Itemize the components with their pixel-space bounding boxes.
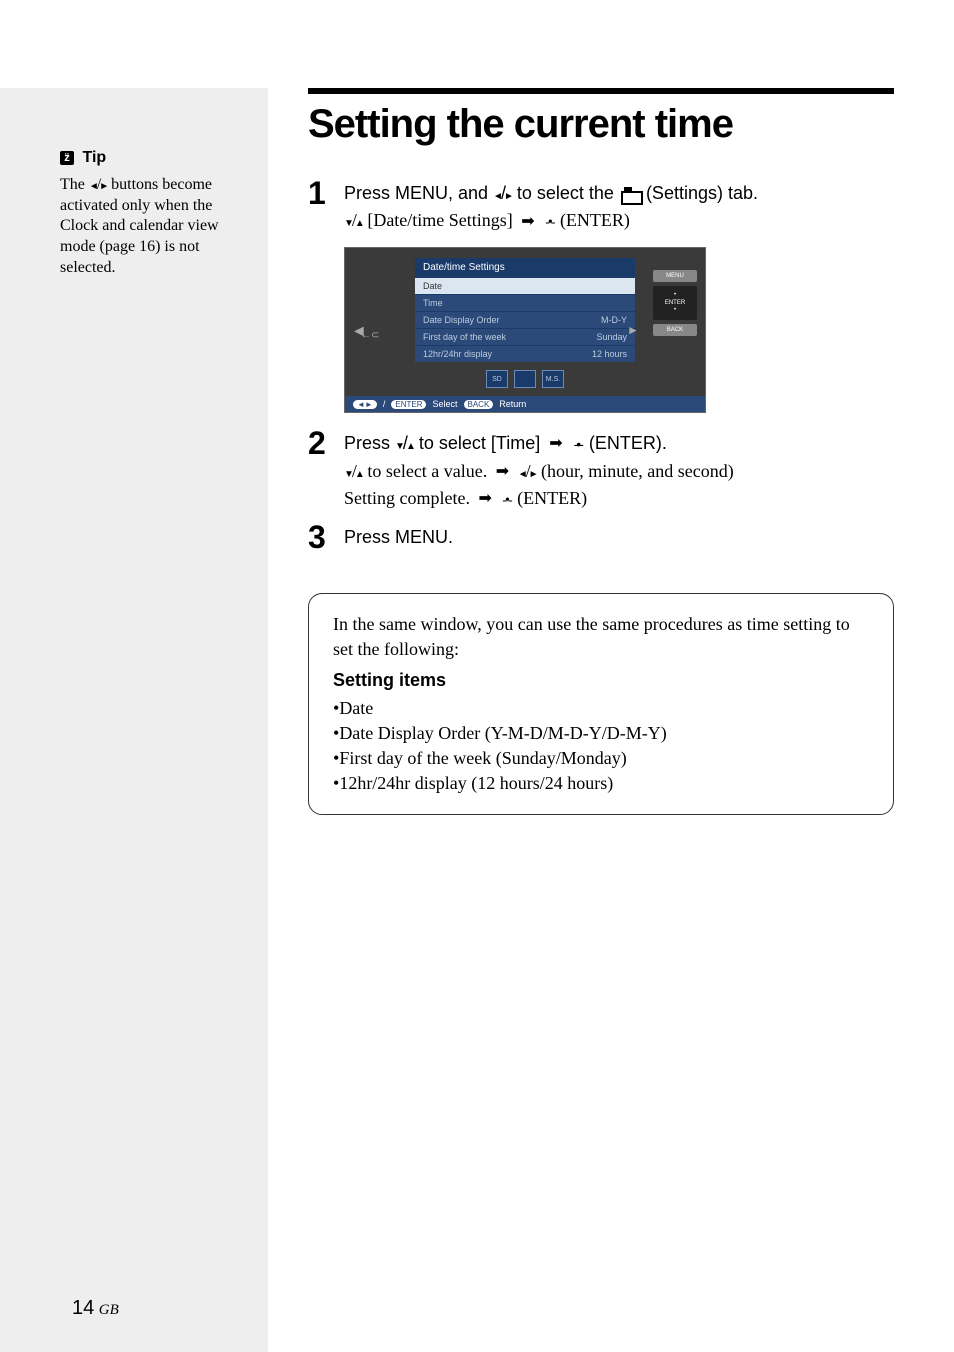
card-slots: SD M.S.	[415, 370, 635, 388]
menu-row-firstday: First day of the weekSunday	[415, 328, 635, 345]
usb-icon: ←⊂	[361, 330, 379, 341]
menu-header: Date/time Settings	[415, 258, 635, 277]
step-1-line-1: Press MENU, and / to select the (Setting…	[344, 181, 894, 206]
step-2-line-3: Setting complete. ➡ -•- (ENTER)	[344, 486, 894, 511]
step-1-line-2: / [Date/time Settings] ➡ -•- (ENTER)	[344, 208, 894, 233]
arrow-down-up-icon: /	[344, 210, 363, 230]
menu-row-12hr: 12hr/24hr display12 hours	[415, 345, 635, 362]
step-3: 3 Press MENU.	[308, 521, 894, 553]
step-number: 2	[308, 427, 344, 459]
arrow-right-icon: ➡	[496, 461, 509, 483]
device-arrow-right-icon: ►	[627, 323, 639, 338]
tip-heading: z̈ Tip	[60, 148, 250, 169]
info-intro: In the same window, you can use the same…	[333, 612, 869, 662]
device-screenshot: ◄ ←⊂ ► Date/time Settings Date Time Date…	[344, 247, 706, 413]
sd-slot-icon: SD	[486, 370, 508, 388]
enter-icon: -•-	[502, 491, 510, 511]
settings-icon	[621, 187, 639, 201]
tip-icon: z̈	[60, 151, 74, 165]
page-title: Setting the current time	[308, 102, 894, 147]
footer-arrows-icon: ◄►	[353, 400, 377, 409]
menu-row-date: Date	[415, 277, 635, 294]
step-2: 2 Press / to select [Time] ➡ -•- (ENTER)…	[308, 427, 894, 511]
arrow-left-right-icon: /	[89, 176, 107, 193]
arrow-right-icon: ➡	[549, 433, 562, 455]
tip-label: Tip	[82, 149, 106, 166]
slot-icon	[514, 370, 536, 388]
footer-back-pill: BACK	[464, 400, 494, 409]
arrow-right-icon: ➡	[521, 211, 534, 233]
heading-rule	[308, 88, 894, 94]
device-enter-dpad: •ENTER•	[653, 286, 697, 320]
menu-row-time: Time	[415, 294, 635, 311]
info-item: •Date Display Order (Y-M-D/M-D-Y/D-M-Y)	[333, 721, 869, 746]
screenshot-footer: ◄► / ENTER Select BACK Return	[345, 396, 705, 412]
tip-text: The / buttons become activated only when…	[60, 175, 250, 279]
step-2-line-1: Press / to select [Time] ➡ -•- (ENTER).	[344, 431, 894, 456]
footer-enter-pill: ENTER	[391, 400, 426, 409]
device-menu-button: MENU	[653, 270, 697, 282]
info-heading: Setting items	[333, 668, 869, 693]
info-item: •12hr/24hr display (12 hours/24 hours)	[333, 771, 869, 796]
step-number: 1	[308, 177, 344, 209]
enter-icon: -•-	[574, 435, 582, 455]
info-box: In the same window, you can use the same…	[308, 593, 894, 815]
main-content: Setting the current time 1 Press MENU, a…	[268, 88, 954, 1352]
arrow-down-up-icon: /	[344, 461, 363, 481]
info-item: •Date	[333, 696, 869, 721]
arrow-left-right-icon: /	[493, 183, 512, 203]
menu-row-order: Date Display OrderM-D-Y	[415, 311, 635, 328]
device-back-button: BACK	[653, 324, 697, 336]
enter-icon: -•-	[545, 213, 553, 233]
step-1: 1 Press MENU, and / to select the (Setti…	[308, 177, 894, 233]
step-number: 3	[308, 521, 344, 553]
ms-slot-icon: M.S.	[542, 370, 564, 388]
arrow-left-right-icon: /	[518, 461, 537, 481]
sidebar: z̈ Tip The / buttons become activated on…	[0, 88, 268, 1352]
step-3-line-1: Press MENU.	[344, 525, 894, 550]
arrow-right-icon: ➡	[478, 488, 491, 510]
page-number: 14 GB	[72, 1297, 119, 1320]
arrow-down-up-icon: /	[395, 433, 414, 453]
info-item: •First day of the week (Sunday/Monday)	[333, 746, 869, 771]
step-2-line-2: / to select a value. ➡ / (hour, minute, …	[344, 459, 894, 484]
